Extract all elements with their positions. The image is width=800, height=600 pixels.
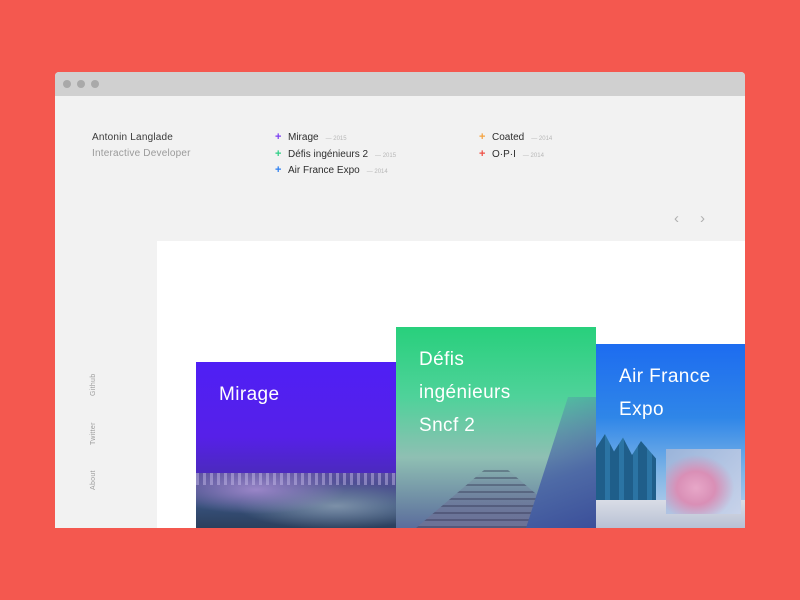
chevron-right-icon[interactable]: › bbox=[700, 211, 705, 226]
author-name[interactable]: Antonin Langlade bbox=[92, 132, 173, 143]
author-role: Interactive Developer bbox=[92, 148, 191, 159]
card-image bbox=[196, 473, 396, 528]
project-card-airfrance[interactable]: Air France Expo bbox=[596, 344, 745, 528]
card-title: Mirage bbox=[219, 378, 279, 411]
project-link-coated[interactable]: + Coated — 2014 bbox=[479, 131, 553, 144]
project-name: O·P·I bbox=[492, 149, 516, 160]
project-year: — 2014 bbox=[522, 153, 544, 159]
card-image-figure bbox=[666, 449, 741, 514]
plus-icon: + bbox=[275, 148, 282, 160]
card-title-line: Expo bbox=[619, 399, 664, 420]
project-link-airfrance[interactable]: + Air France Expo — 2014 bbox=[275, 164, 388, 177]
twitter-link[interactable]: Twitter bbox=[90, 422, 97, 445]
plus-icon: + bbox=[275, 164, 282, 176]
project-name: Défis ingénieurs 2 bbox=[288, 149, 369, 160]
project-name: Air France Expo bbox=[288, 165, 360, 176]
project-year: — 2015 bbox=[325, 136, 347, 142]
card-title-line: Défis bbox=[419, 349, 465, 370]
project-link-defis[interactable]: + Défis ingénieurs 2 — 2015 bbox=[275, 148, 397, 161]
project-card-mirage[interactable]: Mirage bbox=[196, 362, 396, 528]
card-image-train bbox=[526, 397, 596, 528]
project-link-mirage[interactable]: + Mirage — 2015 bbox=[275, 131, 347, 144]
plus-icon: + bbox=[479, 148, 486, 160]
plus-icon: + bbox=[479, 131, 486, 143]
project-link-opi[interactable]: + O·P·I — 2014 bbox=[479, 148, 544, 161]
card-title-line: Sncf 2 bbox=[419, 415, 476, 436]
browser-titlebar bbox=[55, 72, 745, 96]
project-year: — 2015 bbox=[375, 153, 397, 159]
project-year: — 2014 bbox=[366, 169, 388, 175]
window-close-dot[interactable] bbox=[63, 80, 71, 88]
card-title-line: ingénieurs bbox=[419, 382, 511, 403]
browser-window: Antonin Langlade Interactive Developer +… bbox=[55, 72, 745, 528]
plus-icon: + bbox=[275, 131, 282, 143]
project-name: Coated bbox=[492, 132, 525, 143]
card-title-line: Air France bbox=[619, 366, 711, 387]
project-name: Mirage bbox=[288, 132, 319, 143]
project-year: — 2014 bbox=[531, 136, 553, 142]
window-minimize-dot[interactable] bbox=[77, 80, 85, 88]
about-link[interactable]: About bbox=[90, 470, 97, 490]
card-title: Défis ingénieurs Sncf 2 bbox=[419, 343, 511, 442]
window-maximize-dot[interactable] bbox=[91, 80, 99, 88]
project-carousel: Mirage Défis ingénieurs Sncf 2 Air Franc… bbox=[157, 241, 745, 528]
project-card-defis[interactable]: Défis ingénieurs Sncf 2 bbox=[396, 327, 596, 528]
card-image-trees bbox=[596, 434, 656, 504]
chevron-left-icon[interactable]: ‹ bbox=[674, 211, 679, 226]
card-title-line: Mirage bbox=[219, 384, 280, 405]
card-title: Air France Expo bbox=[619, 360, 711, 426]
github-link[interactable]: Github bbox=[90, 374, 97, 396]
